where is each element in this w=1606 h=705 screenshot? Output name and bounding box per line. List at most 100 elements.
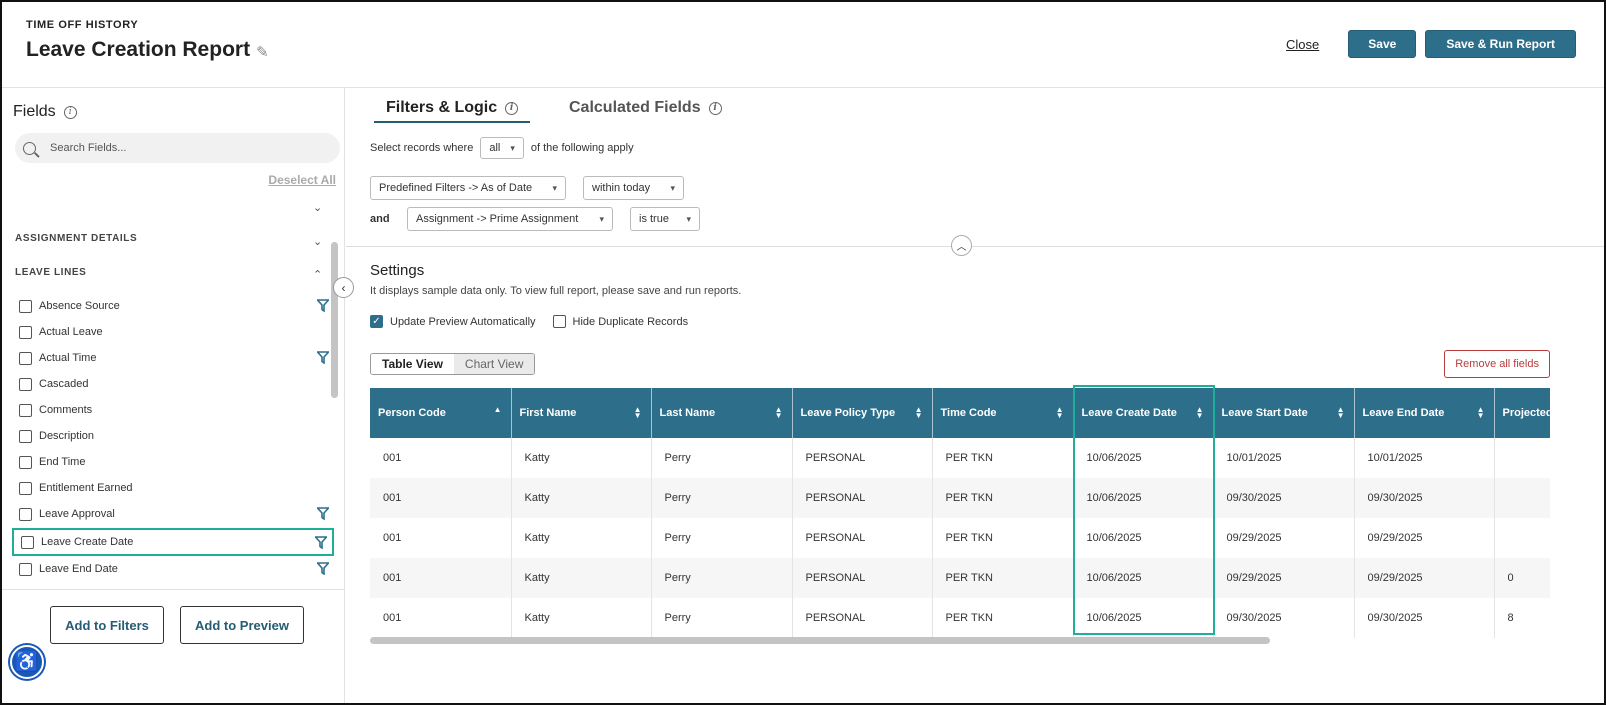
- filter-icon[interactable]: [317, 562, 329, 575]
- sort-icon[interactable]: ▲ ▼: [1477, 406, 1485, 420]
- field-checkbox[interactable]: [19, 562, 32, 576]
- hide-duplicates-label: Hide Duplicate Records: [572, 315, 689, 328]
- hide-duplicates-checkbox[interactable]: [552, 315, 566, 328]
- field-item[interactable]: Cascaded: [12, 371, 334, 397]
- field-item[interactable]: Description: [12, 423, 334, 449]
- column-header[interactable]: Projected: [1494, 388, 1550, 438]
- field-item[interactable]: Leave Approval: [12, 501, 334, 527]
- report-category: TIME OFF HISTORY: [26, 19, 139, 31]
- chart-view-toggle[interactable]: Chart View: [453, 354, 535, 374]
- settings-title: Settings: [370, 262, 425, 279]
- filter-operator-select[interactable]: is true ▾: [630, 207, 700, 231]
- field-checkbox[interactable]: [19, 351, 32, 365]
- field-item-highlighted[interactable]: Leave Create Date: [12, 528, 334, 556]
- chevron-down-icon[interactable]: ⌄: [313, 235, 322, 248]
- field-checkbox[interactable]: [19, 325, 32, 339]
- info-icon[interactable]: i: [505, 101, 519, 115]
- field-item[interactable]: Leave End Date: [12, 556, 334, 582]
- sort-icon[interactable]: ▲ ▼: [775, 406, 783, 420]
- column-header[interactable]: Leave Policy Type ▲ ▼: [792, 388, 933, 438]
- column-header[interactable]: Last Name ▲ ▼: [651, 388, 793, 438]
- table-cell: PER TKN: [932, 598, 1074, 638]
- table-cell: Katty: [511, 518, 652, 558]
- filter-row-2: and Assignment -> Prime Assignment ▾ is …: [370, 207, 700, 231]
- field-checkbox[interactable]: [19, 429, 32, 443]
- chevron-up-icon[interactable]: ⌃: [313, 268, 322, 281]
- fields-title: Fields i: [13, 103, 77, 121]
- field-item[interactable]: Entitlement Earned: [12, 475, 334, 501]
- tab-calculated-fields[interactable]: Calculated Fields i: [569, 99, 722, 117]
- add-to-preview-button[interactable]: Add to Preview: [180, 606, 304, 644]
- field-checkbox[interactable]: [19, 403, 32, 417]
- collapse-panel-chevron-left-icon[interactable]: ‹: [333, 277, 354, 298]
- chevron-down-icon[interactable]: ⌄: [313, 201, 322, 214]
- table-cell: 001: [370, 598, 512, 638]
- sort-asc-icon[interactable]: ▲: [494, 406, 502, 414]
- column-header[interactable]: Leave Start Date ▲ ▼: [1213, 388, 1355, 438]
- field-item[interactable]: Actual Leave: [12, 319, 334, 345]
- column-header[interactable]: Time Code ▲ ▼: [932, 388, 1074, 438]
- tab-filters-logic[interactable]: Filters & Logic i: [374, 99, 531, 123]
- table-view-toggle[interactable]: Table View: [371, 354, 454, 374]
- filter-icon[interactable]: [317, 299, 329, 312]
- info-icon[interactable]: i: [63, 105, 77, 119]
- section-assignment-details[interactable]: ASSIGNMENT DETAILS: [15, 233, 137, 244]
- save-button[interactable]: Save: [1348, 30, 1417, 58]
- sort-icon[interactable]: ▲ ▼: [1337, 406, 1345, 420]
- page-header: TIME OFF HISTORY Leave Creation Report ✎…: [2, 2, 1604, 88]
- field-item[interactable]: Comments: [12, 397, 334, 423]
- field-item[interactable]: Actual Time: [12, 345, 334, 371]
- table-cell: Katty: [511, 478, 652, 518]
- add-to-filters-button[interactable]: Add to Filters: [50, 606, 164, 644]
- save-run-report-button[interactable]: Save & Run Report: [1425, 30, 1576, 58]
- collapse-filters-chevron-up-icon[interactable]: ︿: [951, 235, 972, 256]
- search-icon: [23, 141, 36, 155]
- field-checkbox[interactable]: [19, 455, 32, 469]
- table-horizontal-scrollbar[interactable]: [370, 637, 1270, 644]
- sort-icon[interactable]: ▲ ▼: [1196, 406, 1204, 420]
- filter-icon[interactable]: [317, 351, 329, 364]
- table-cell: 09/29/2025: [1354, 518, 1495, 558]
- sort-icon[interactable]: ▲ ▼: [915, 406, 923, 420]
- table-cell: Perry: [651, 598, 793, 638]
- remove-all-fields-button[interactable]: Remove all fields: [1444, 350, 1550, 378]
- table-cell: 001: [370, 438, 512, 478]
- table-header-row: Person Code ▲ First Name ▲ ▼ Last Name ▲ ▼ Le…: [370, 388, 1550, 438]
- filter-field-select[interactable]: Assignment -> Prime Assignment ▾: [407, 207, 613, 231]
- edit-pencil-icon[interactable]: ✎: [256, 43, 269, 61]
- table-cell: 10/01/2025: [1354, 438, 1495, 478]
- sort-icon[interactable]: ▲ ▼: [634, 406, 642, 420]
- section-leave-lines[interactable]: LEAVE LINES: [15, 267, 86, 278]
- table-cell: Katty: [511, 558, 652, 598]
- table-cell: Perry: [651, 478, 793, 518]
- search-input[interactable]: [50, 142, 300, 154]
- fields-actions: Add to Filters Add to Preview: [2, 589, 345, 703]
- update-preview-checkbox[interactable]: ✓: [370, 315, 383, 328]
- filter-operator-select[interactable]: within today ▾: [583, 176, 684, 200]
- logic-mode-select[interactable]: all ▾: [480, 137, 524, 159]
- column-header[interactable]: First Name ▲ ▼: [511, 388, 652, 438]
- deselect-all-link[interactable]: Deselect All: [268, 173, 336, 187]
- column-header[interactable]: Leave Create Date ▲ ▼: [1073, 388, 1214, 438]
- field-checkbox[interactable]: [19, 377, 32, 391]
- filter-icon[interactable]: [315, 536, 327, 549]
- report-title: Leave Creation Report: [26, 38, 251, 61]
- info-icon[interactable]: i: [708, 101, 722, 115]
- filter-icon[interactable]: [317, 507, 329, 520]
- field-checkbox[interactable]: [21, 535, 34, 549]
- column-header[interactable]: Person Code ▲: [370, 388, 512, 438]
- field-item[interactable]: Absence Source: [12, 293, 334, 319]
- filter-field-select[interactable]: Predefined Filters -> As of Date ▾: [370, 176, 566, 200]
- field-checkbox[interactable]: [19, 299, 32, 313]
- field-item[interactable]: End Time: [12, 449, 334, 475]
- close-link[interactable]: Close: [1286, 37, 1319, 52]
- field-checkbox[interactable]: [19, 481, 32, 495]
- table-cell: PER TKN: [932, 558, 1074, 598]
- column-header[interactable]: Leave End Date ▲ ▼: [1354, 388, 1495, 438]
- field-label: Absence Source: [39, 300, 120, 312]
- column-header-label: Leave Create Date: [1081, 407, 1177, 419]
- table-cell: 09/29/2025: [1213, 518, 1355, 558]
- accessibility-icon[interactable]: ♿: [10, 645, 44, 679]
- sort-icon[interactable]: ▲ ▼: [1056, 406, 1064, 420]
- field-checkbox[interactable]: [19, 507, 32, 521]
